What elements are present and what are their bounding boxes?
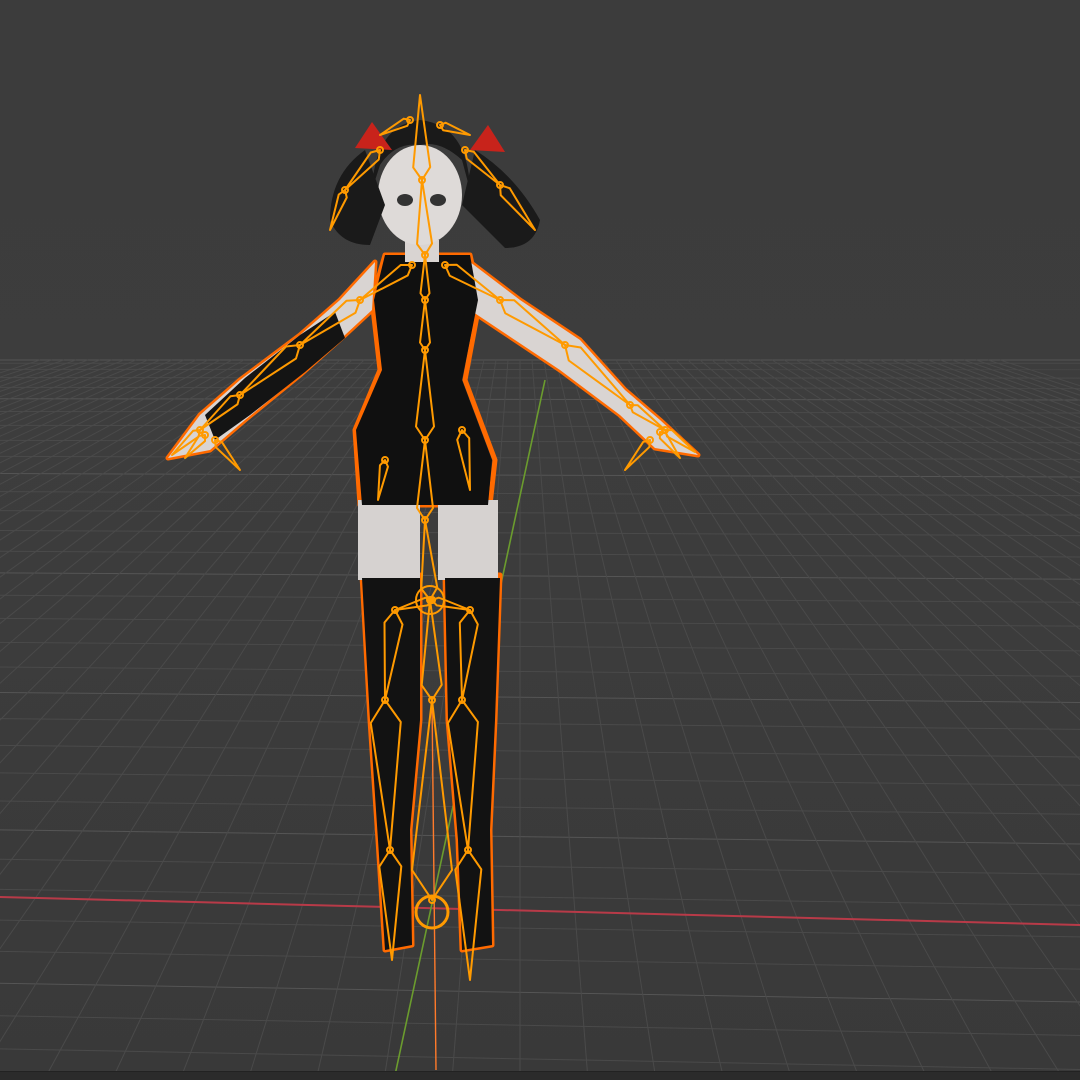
floor-grid — [0, 359, 1080, 1080]
grid-line — [819, 359, 1080, 495]
grid-line — [0, 858, 1080, 875]
grid-line — [795, 359, 1080, 520]
grid-line — [0, 919, 1080, 938]
grid-line — [567, 359, 793, 1080]
grid-line — [831, 359, 1080, 484]
grid-line — [0, 829, 1080, 845]
ribbon-right — [470, 125, 505, 152]
grid-line — [603, 359, 997, 1080]
grid-line — [903, 359, 1080, 432]
grid-line — [0, 410, 1080, 414]
grid-line — [975, 359, 1080, 396]
grid-line — [0, 439, 1080, 444]
grid-line — [0, 572, 1080, 580]
grid-line — [915, 359, 1080, 425]
grid-line — [639, 359, 1080, 927]
grid-line — [0, 377, 1080, 379]
ribbon-left — [355, 122, 392, 150]
bone[interactable] — [624, 439, 651, 471]
grid-line — [663, 359, 1080, 807]
grid-line — [555, 359, 725, 1080]
grid-line — [927, 359, 1080, 419]
eye-right — [430, 194, 446, 206]
grid-line — [0, 359, 41, 374]
status-bar — [0, 1071, 1080, 1080]
eye-left — [397, 194, 413, 206]
grid-line — [0, 691, 1080, 703]
grid-line — [687, 359, 1080, 721]
grid-line — [0, 950, 1080, 970]
grid-line — [0, 359, 89, 392]
grid-line — [591, 359, 929, 1080]
grid-line — [783, 359, 1080, 534]
grid-line — [0, 550, 1080, 558]
grid-line — [0, 982, 1080, 1003]
grid-line — [0, 359, 77, 387]
grid-line — [0, 1015, 1080, 1036]
grid-line — [987, 359, 1080, 391]
viewport-canvas[interactable] — [0, 0, 1080, 1080]
grid-line — [0, 718, 1080, 730]
grid-line — [543, 359, 657, 1080]
grid-line — [963, 359, 1080, 401]
grid-line — [0, 424, 1080, 428]
grid-line — [0, 359, 53, 378]
grid-line — [0, 888, 1080, 906]
grid-line — [723, 359, 1080, 630]
grid-line — [807, 359, 1080, 507]
grid-line — [579, 359, 861, 1080]
grid-line — [711, 359, 1080, 657]
grid-line — [0, 800, 1080, 815]
grid-line — [0, 641, 1080, 652]
grid-line — [615, 359, 1065, 1080]
grid-line — [531, 359, 589, 1080]
3d-viewport[interactable] — [0, 0, 1080, 1080]
grid-line — [627, 359, 1080, 1007]
x-axis-line — [0, 896, 1080, 926]
head — [330, 120, 540, 248]
grid-line — [0, 617, 1080, 627]
grid-line — [0, 359, 413, 950]
grid-line — [699, 359, 1080, 687]
grid-line — [951, 359, 1080, 407]
grid-line — [867, 359, 1080, 455]
grid-line — [0, 744, 1080, 758]
